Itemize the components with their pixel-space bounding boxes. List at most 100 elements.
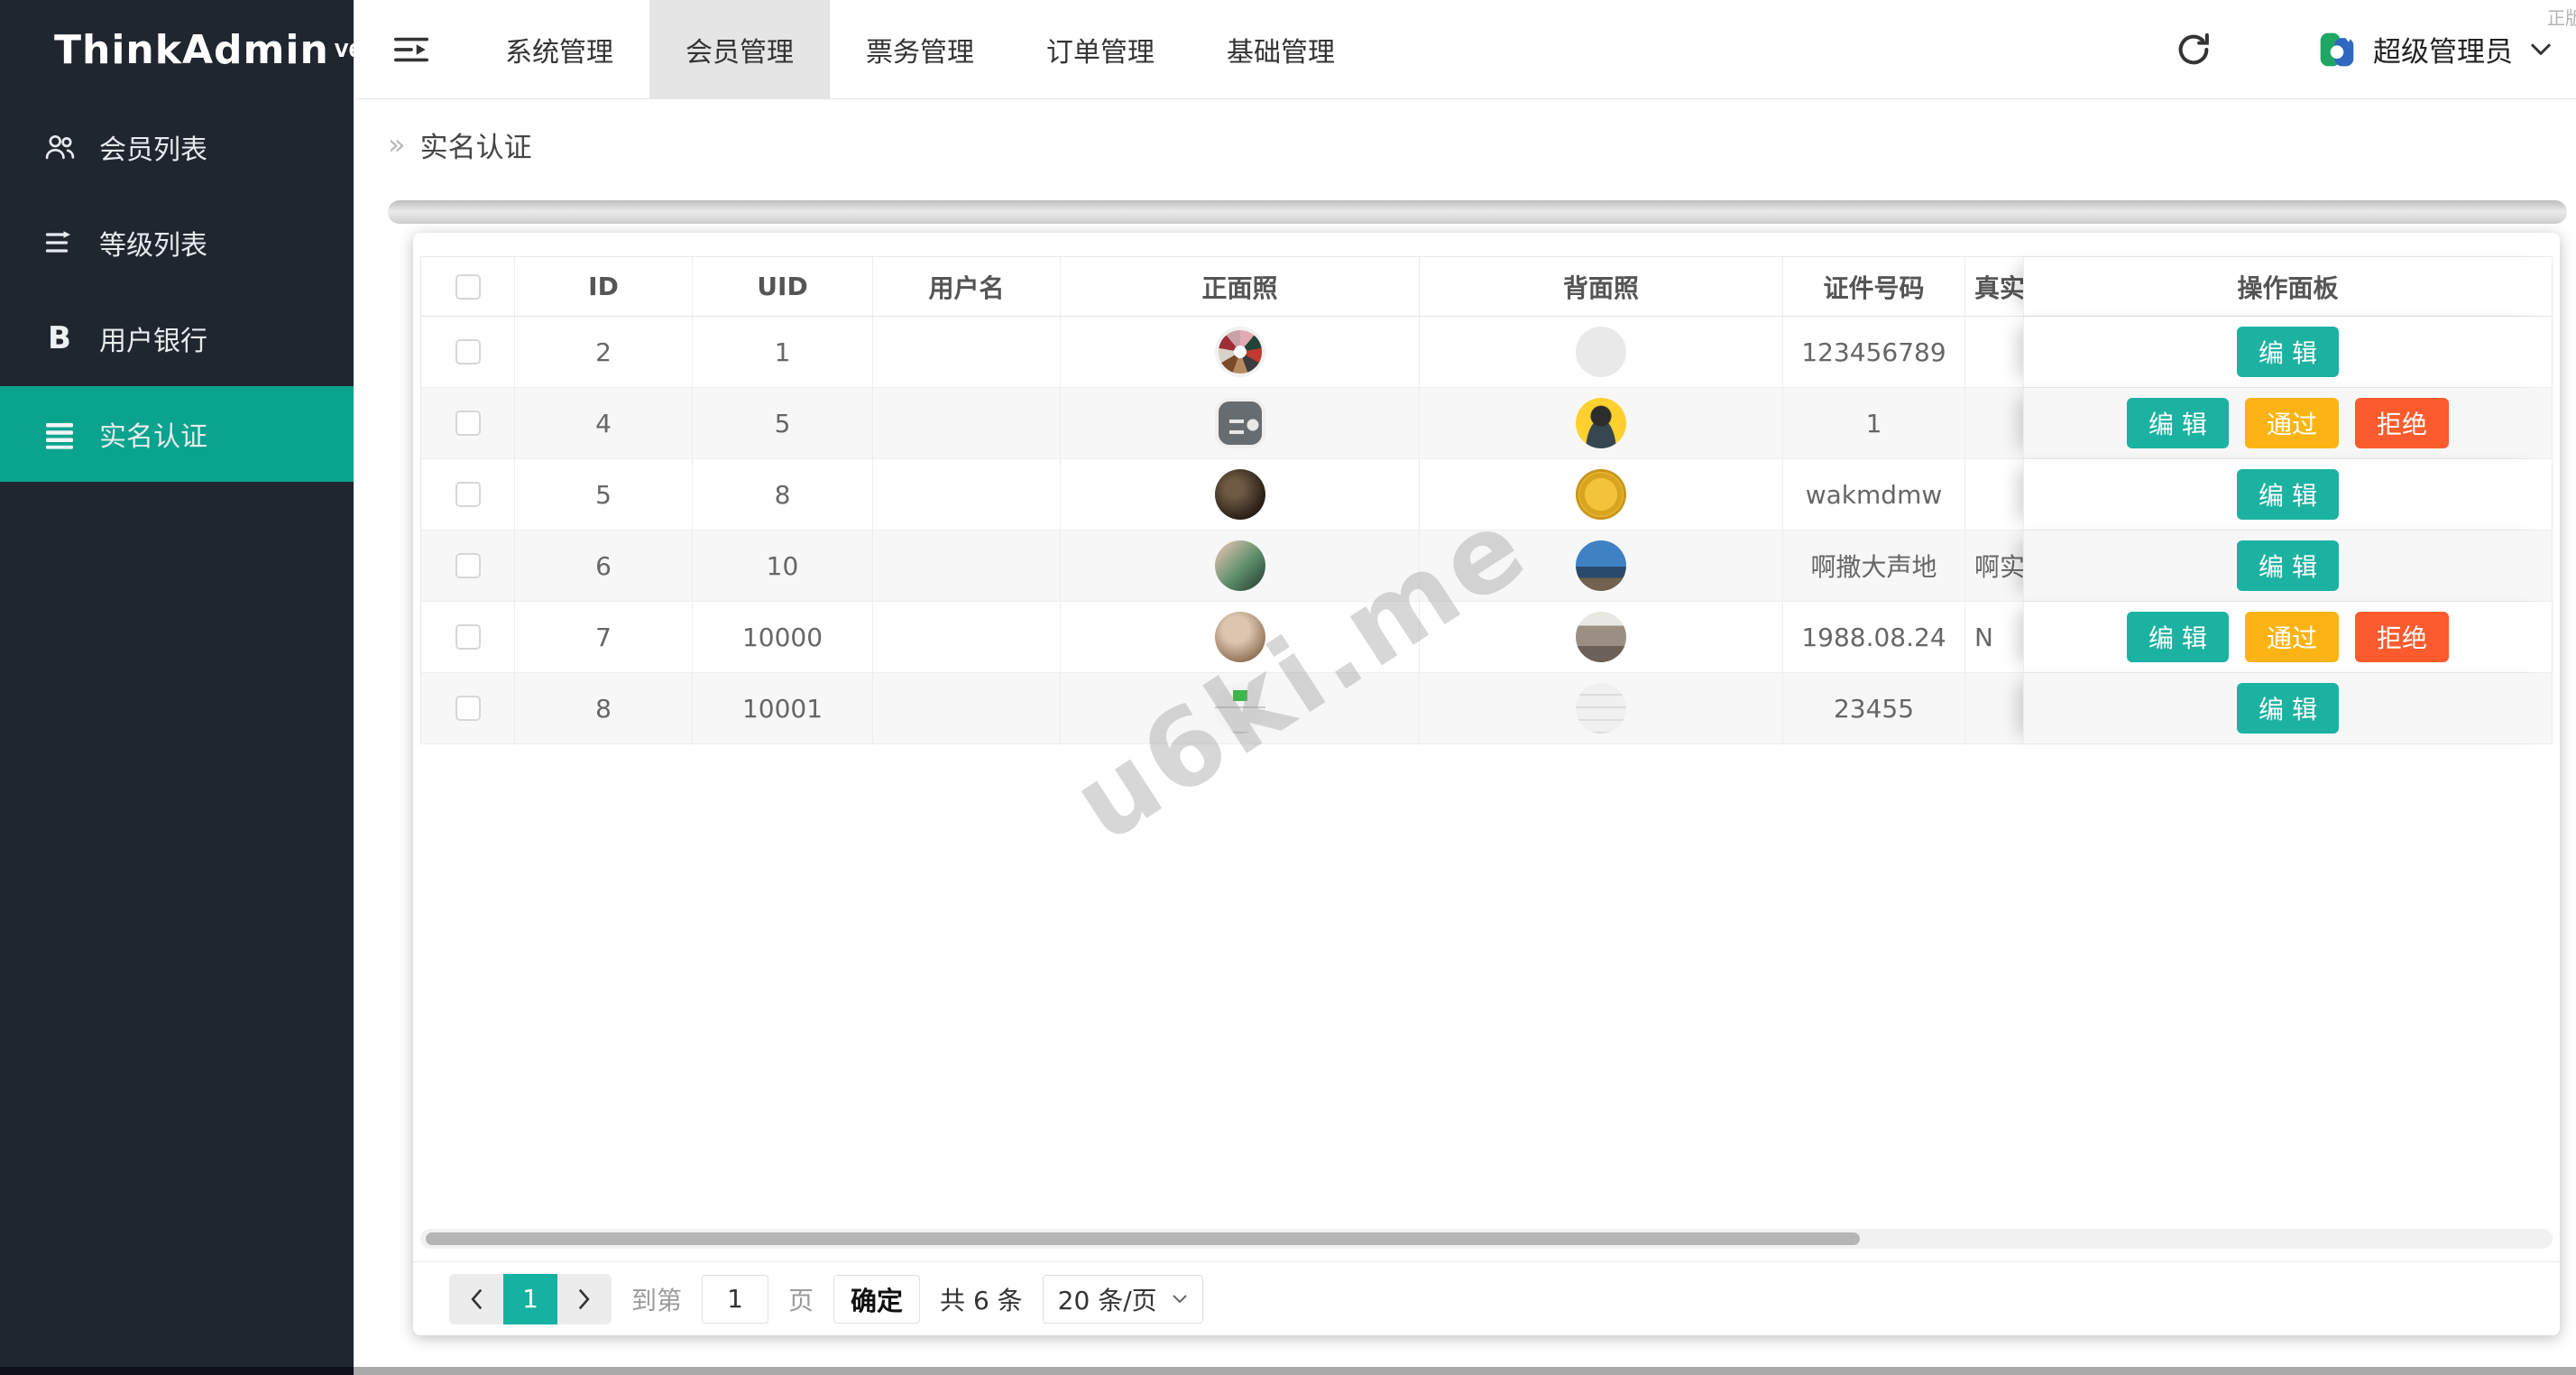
edit-button[interactable]: 编 辑	[2237, 683, 2339, 734]
next-page-button[interactable]	[557, 1274, 612, 1324]
back-photo-thumbnail[interactable]	[1576, 683, 1626, 734]
sidebar-item-member-list[interactable]: 会员列表	[0, 99, 354, 195]
horizontal-scrollbar-track[interactable]	[420, 1229, 2553, 1249]
cell-id-number: 123456789	[1783, 317, 1965, 387]
sidebar-item-label: 等级列表	[99, 223, 207, 263]
main-area: 正版 系统管理 会员管理 票务管理 订单管理 基础管理	[354, 0, 2576, 1375]
page-size-select[interactable]: 20 条/页	[1043, 1275, 1203, 1324]
front-photo-thumbnail[interactable]	[1215, 398, 1265, 448]
table-row: 4 5 1 编 辑 通过 拒绝	[421, 388, 2552, 459]
window-bottom-edge	[0, 1367, 2576, 1375]
cell-username	[873, 673, 1061, 743]
refresh-icon[interactable]	[2175, 31, 2213, 69]
page-title: 实名认证	[420, 125, 532, 165]
cell-uid: 10001	[693, 673, 873, 743]
cell-id: 4	[515, 388, 693, 458]
users-icon	[41, 130, 78, 164]
list-arrow-icon	[41, 226, 78, 259]
col-header-back-photo: 背面照	[1420, 257, 1783, 316]
table-row: 7 10000 1988.08.24 N 编 辑 通过 拒绝	[421, 602, 2552, 673]
cell-actions: 编 辑	[2023, 531, 2552, 601]
realname-table: ID UID 用户名 正面照 背面照 证件号码 真实姓名 操作面板 2 1	[420, 256, 2553, 744]
sidebar-collapse-icon[interactable]	[384, 24, 438, 75]
app-logo[interactable]: ThinkAdminV6	[0, 0, 354, 99]
row-checkbox[interactable]	[455, 696, 481, 721]
user-avatar	[2317, 30, 2357, 69]
tab-system-management[interactable]: 系统管理	[469, 0, 649, 99]
tab-member-management[interactable]: 会员管理	[649, 0, 830, 99]
cell-uid: 10	[693, 531, 873, 601]
user-name: 超级管理员	[2373, 29, 2513, 69]
page-number-active[interactable]: 1	[503, 1274, 557, 1324]
front-photo-thumbnail[interactable]	[1215, 612, 1265, 662]
row-checkbox[interactable]	[455, 624, 481, 650]
sidebar: ThinkAdminV6 会员列表 等级列表 B	[0, 0, 354, 1375]
user-menu[interactable]: 超级管理员	[2317, 29, 2553, 69]
table-row: 2 1 123456789 编 辑	[421, 317, 2552, 388]
table-header-row: ID UID 用户名 正面照 背面照 证件号码 真实姓名 操作面板	[421, 257, 2552, 317]
col-header-uid: UID	[693, 257, 873, 316]
breadcrumb: » 实名认证	[354, 99, 2576, 189]
approve-button[interactable]: 通过	[2245, 398, 2339, 448]
row-checkbox[interactable]	[455, 411, 481, 436]
back-photo-thumbnail[interactable]	[1576, 398, 1626, 448]
approve-button[interactable]: 通过	[2245, 612, 2339, 662]
app-root: ThinkAdminV6 会员列表 等级列表 B	[0, 0, 2576, 1375]
bank-icon: B	[41, 320, 78, 356]
cell-id: 5	[515, 459, 693, 530]
menu-lines-icon	[41, 418, 78, 450]
back-photo-thumbnail[interactable]	[1576, 540, 1626, 591]
row-checkbox[interactable]	[455, 482, 481, 507]
sidebar-item-label: 用户银行	[99, 318, 207, 358]
row-checkbox[interactable]	[455, 339, 481, 365]
pager-group: 1	[449, 1274, 612, 1324]
sidebar-item-label: 实名认证	[99, 414, 207, 454]
front-photo-thumbnail[interactable]	[1215, 540, 1265, 591]
goto-suffix-label: 页	[788, 1281, 814, 1317]
edit-button[interactable]: 编 辑	[2237, 327, 2339, 377]
reject-button[interactable]: 拒绝	[2355, 612, 2449, 662]
col-header-id: ID	[515, 257, 693, 316]
select-all-checkbox[interactable]	[455, 274, 481, 300]
tab-ticket-management[interactable]: 票务管理	[830, 0, 1010, 99]
sidebar-item-realname-auth[interactable]: 实名认证	[0, 386, 354, 482]
edit-button[interactable]: 编 辑	[2237, 469, 2339, 520]
tab-basic-management[interactable]: 基础管理	[1191, 0, 1371, 99]
row-checkbox[interactable]	[455, 553, 481, 578]
confirm-button[interactable]: 确定	[833, 1275, 920, 1324]
back-photo-thumbnail[interactable]	[1576, 469, 1626, 520]
back-photo-thumbnail[interactable]	[1576, 327, 1626, 377]
cell-uid: 1	[693, 317, 873, 387]
cell-id-number: 23455	[1783, 673, 1965, 743]
logo-text: ThinkAdminV6	[54, 27, 361, 73]
cell-username	[873, 531, 1061, 601]
cell-id-number: wakmdmw	[1783, 459, 1965, 530]
front-photo-thumbnail[interactable]	[1215, 469, 1265, 520]
horizontal-scrollbar-top[interactable]	[388, 200, 2567, 224]
sidebar-item-level-list[interactable]: 等级列表	[0, 195, 354, 291]
tab-order-management[interactable]: 订单管理	[1010, 0, 1191, 99]
front-photo-thumbnail[interactable]	[1215, 683, 1265, 734]
license-badge[interactable]: 正版	[2547, 4, 2576, 30]
sidebar-item-user-bank[interactable]: B 用户银行	[0, 291, 354, 386]
back-photo-thumbnail[interactable]	[1576, 612, 1626, 662]
cell-id: 8	[515, 673, 693, 743]
prev-page-button[interactable]	[449, 1274, 503, 1324]
edit-button[interactable]: 编 辑	[2127, 398, 2229, 448]
cell-username	[873, 388, 1061, 458]
content-card: u6ki.me ID UID 用户名 正面照 背面照 证件号码 真实姓名 操作面…	[413, 233, 2560, 1335]
edit-button[interactable]: 编 辑	[2237, 540, 2339, 591]
pagination-bar: 1 到第 页 确定 共 6 条 20 条/页	[413, 1261, 2560, 1335]
reject-button[interactable]: 拒绝	[2355, 398, 2449, 448]
cell-id: 7	[515, 602, 693, 672]
front-photo-thumbnail[interactable]	[1215, 327, 1265, 377]
cell-actions: 编 辑	[2023, 459, 2552, 530]
goto-page-input[interactable]	[702, 1275, 768, 1324]
breadcrumb-separator-icon: »	[388, 127, 406, 161]
top-nav-tabs: 系统管理 会员管理 票务管理 订单管理 基础管理	[469, 0, 1371, 99]
cell-actions: 编 辑 通过 拒绝	[2023, 388, 2552, 458]
horizontal-scrollbar-thumb[interactable]	[426, 1232, 1860, 1245]
edit-button[interactable]: 编 辑	[2127, 612, 2229, 662]
col-header-id-number: 证件号码	[1783, 257, 1965, 316]
cell-id: 2	[515, 317, 693, 387]
